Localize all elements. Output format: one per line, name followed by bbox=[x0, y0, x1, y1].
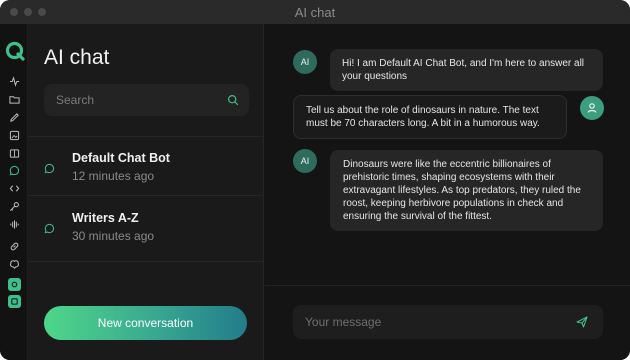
conversation-name: Writers A-Z bbox=[72, 211, 139, 225]
chat-icon bbox=[44, 163, 55, 174]
new-conversation-button[interactable]: New conversation bbox=[44, 306, 247, 340]
conversation-time: 30 minutes ago bbox=[72, 229, 155, 243]
divider bbox=[28, 261, 264, 262]
message-input[interactable] bbox=[293, 315, 575, 329]
user-icon bbox=[587, 103, 597, 113]
bot-avatar: AI bbox=[293, 50, 317, 74]
search-icon[interactable] bbox=[227, 94, 239, 106]
profile-icon[interactable] bbox=[8, 295, 21, 308]
key-icon[interactable] bbox=[9, 201, 20, 212]
bot-message: Hi! I am Default AI Chat Bot, and I'm he… bbox=[330, 49, 603, 91]
settings-icon[interactable] bbox=[8, 278, 21, 291]
search-input[interactable] bbox=[44, 93, 227, 107]
sidebar-title: AI chat bbox=[44, 46, 110, 69]
app-window: AI chat AI chat Search Default Chat Bot … bbox=[0, 0, 630, 360]
message-composer[interactable] bbox=[293, 305, 603, 339]
divider bbox=[265, 285, 630, 286]
logo-icon bbox=[5, 41, 25, 61]
brain-icon[interactable] bbox=[9, 259, 20, 270]
conversation-item[interactable]: Default Chat Bot 12 minutes ago bbox=[28, 136, 264, 192]
code-icon[interactable] bbox=[9, 183, 20, 194]
book-icon[interactable] bbox=[9, 148, 20, 159]
folder-icon[interactable] bbox=[9, 94, 20, 105]
pencil-icon[interactable] bbox=[9, 112, 20, 123]
image-icon[interactable] bbox=[9, 130, 20, 141]
minimize-window-button[interactable] bbox=[24, 8, 32, 16]
conversation-sidebar: AI chat Default Chat Bot 12 minutes ago … bbox=[28, 24, 264, 360]
conversation-name: Default Chat Bot bbox=[72, 151, 170, 165]
link-icon[interactable] bbox=[9, 241, 20, 252]
chat-icon bbox=[44, 223, 55, 234]
bot-avatar: AI bbox=[293, 149, 317, 173]
conversation-time: 12 minutes ago bbox=[72, 169, 155, 183]
activity-icon[interactable] bbox=[9, 76, 20, 87]
icon-rail bbox=[0, 24, 28, 360]
audio-icon[interactable] bbox=[9, 219, 20, 230]
maximize-window-button[interactable] bbox=[38, 8, 46, 16]
bot-message: Dinosaurs were like the eccentric billio… bbox=[330, 150, 603, 231]
title-bar: AI chat bbox=[0, 0, 630, 24]
conversation-item[interactable]: Writers A-Z 30 minutes ago bbox=[28, 196, 264, 252]
close-window-button[interactable] bbox=[10, 8, 18, 16]
chat-icon[interactable] bbox=[9, 165, 20, 176]
user-message: Tell us about the role of dinosaurs in n… bbox=[293, 95, 567, 139]
chat-panel: AI Hi! I am Default AI Chat Bot, and I'm… bbox=[265, 24, 630, 360]
window-title: AI chat bbox=[294, 4, 336, 20]
search-box[interactable] bbox=[44, 84, 249, 116]
send-icon[interactable] bbox=[575, 315, 589, 329]
window-controls bbox=[10, 8, 46, 16]
user-avatar bbox=[580, 96, 604, 120]
